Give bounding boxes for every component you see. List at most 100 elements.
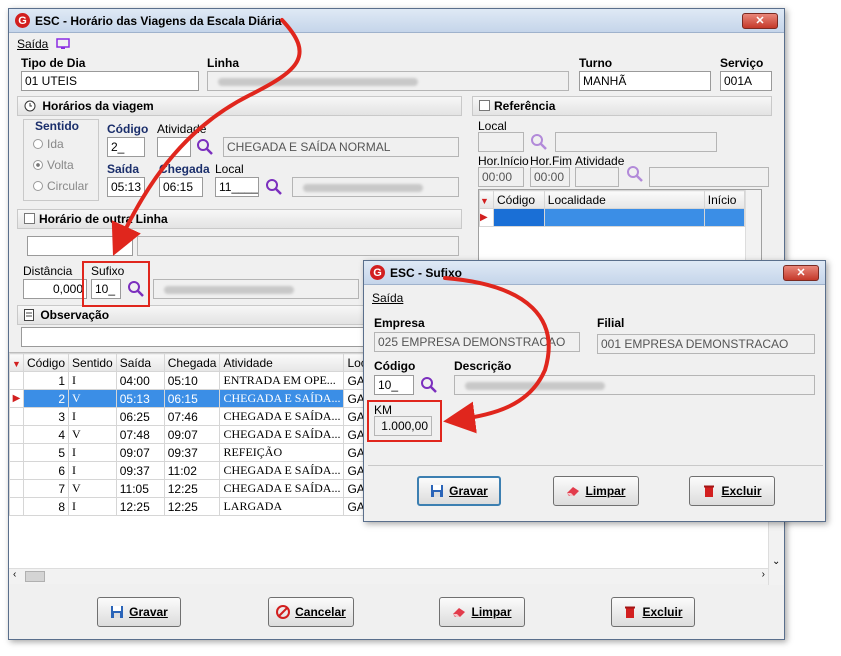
observacao-field[interactable] [21,327,367,347]
empresa-select[interactable]: 025 EMPRESA DEMONSTRACAO [374,332,580,352]
outra-linha-code-field[interactable] [27,236,133,256]
table-cell: REFEIÇÃO [219,443,345,462]
atividade-label: Atividade [157,122,207,136]
search-icon[interactable] [530,133,548,151]
outra-linha-title: Horário de outra Linha [39,212,168,226]
search-icon[interactable] [196,138,214,156]
main-title: ESC - Horário das Viagens da Escala Diár… [35,13,282,28]
ref-hor-fim-field[interactable]: 00:00 [530,167,570,187]
radio-ida[interactable]: Ida [33,137,64,151]
chegada-field[interactable]: 06:15 [159,177,203,197]
gravar-button[interactable]: Gravar [97,597,181,627]
ref-col-codigo[interactable]: Código [493,190,545,209]
referencia-header[interactable]: Referência [472,96,772,116]
table-cell: 4 [22,425,70,444]
table-row[interactable]: 6I09:3711:02CHEGADA E SAÍDA...GARAGE [9,461,403,480]
table-cell: 07:46 [163,407,221,426]
col-sentido[interactable]: Sentido [68,353,117,372]
observacao-title: Observação [40,308,110,322]
codigo-field[interactable]: 2_ [107,137,145,157]
ref-col-localidade[interactable]: Localidade [543,190,705,209]
table-cell: 11:05 [115,479,165,498]
servico-field[interactable]: 001A [720,71,772,91]
table-cell: 6 [22,461,70,480]
distancia-field[interactable]: 0,000 [23,279,87,299]
tipo-dia-field[interactable]: 01 UTEIS [21,71,199,91]
sentido-label: Sentido [35,119,79,133]
radio-volta[interactable]: Volta [33,158,74,172]
atividade-code-field[interactable] [157,137,191,157]
ref-atividade-field[interactable] [575,167,619,187]
menu-saida-label: Saída [17,37,49,51]
search-icon[interactable] [420,376,438,394]
table-row[interactable]: 5I09:0709:37REFEIÇÃOGARAGE [9,443,403,462]
dialog-codigo-field[interactable]: 10_ [374,375,414,395]
table-cell: 3 [22,407,70,426]
radio-circular-label: Circular [47,179,89,193]
cancelar-button[interactable]: Cancelar [268,597,354,627]
table-cell: I [68,371,117,390]
atividade-desc-field[interactable]: CHEGADA E SAÍDA NORMAL [223,137,459,157]
filial-select[interactable]: 001 EMPRESA DEMONSTRACAO [597,334,815,354]
table-cell: 09:07 [163,425,221,444]
dialog-codigo-label: Código [374,359,416,373]
servico-label: Serviço [720,56,764,70]
outra-linha-header[interactable]: Horário de outra Linha [17,209,462,229]
table-cell: V [68,425,117,444]
table-row[interactable]: 7V11:0512:25CHEGADA E SAÍDA...GARAGE [9,479,403,498]
limpar-button[interactable]: Limpar [439,597,525,627]
descricao-field[interactable] [454,375,815,395]
col-saida[interactable]: Saída [115,353,165,372]
ref-hor-inicio-field[interactable]: 00:00 [478,167,524,187]
table-cell: V [68,389,117,408]
table-row[interactable]: 8I12:2512:25LARGADAGARAGE [9,497,403,516]
table-cell: 2 [22,389,70,408]
save-icon [431,485,444,497]
turno-field[interactable]: MANHÃ [579,71,711,91]
dialog-limpar-label: Limpar [585,484,626,498]
table-cell: 05:10 [163,371,221,390]
ref-col-inicio[interactable]: Início [703,190,746,209]
ref-scrollbar[interactable] [745,190,761,262]
radio-ida-label: Ida [47,137,64,151]
table-cell: CHEGADA E SAÍDA... [219,425,345,444]
local-field[interactable]: 11____ [215,177,259,197]
saida-field[interactable]: 05:13 [107,177,145,197]
ref-grid[interactable]: ▼ Código Localidade Início ▶ [478,189,762,263]
radio-circular[interactable]: Circular [33,179,88,193]
linha-field[interactable] [207,71,569,91]
table-row[interactable]: 3I06:2507:46CHEGADA E SAÍDA...GARAGE [9,407,403,426]
dialog-gravar-button[interactable]: Gravar [417,476,501,506]
ref-local-field[interactable] [478,132,524,152]
table-cell: I [68,461,117,480]
ref-atividade-desc-field[interactable] [649,167,769,187]
table-cell: I [68,497,117,516]
dialog-excluir-button[interactable]: Excluir [689,476,775,506]
col-codigo[interactable]: Código [22,353,70,372]
search-icon[interactable] [265,178,283,196]
menu-saida[interactable]: Saída [17,37,70,51]
grid-hscrollbar[interactable]: ‹ › [9,568,769,584]
local-desc-field[interactable] [292,177,459,197]
table-cell: 12:25 [163,479,221,498]
table-row[interactable]: 1I04:0005:10ENTRADA EM OPE...GARAGE [9,371,403,390]
filial-label: Filial [597,316,625,330]
cancelar-label: Cancelar [295,605,346,619]
search-icon[interactable] [626,165,644,183]
excluir-button[interactable]: Excluir [611,597,695,627]
dialog-menu-saida[interactable]: Saída [372,291,403,305]
table-row[interactable]: ▶2V05:1306:15CHEGADA E SAÍDA...GARAGE [9,389,403,408]
sufixo-desc-field[interactable] [153,279,359,299]
dialog-limpar-button[interactable]: Limpar [553,476,639,506]
ref-local-desc-field[interactable] [555,132,717,152]
outra-linha-desc-field[interactable] [137,236,459,256]
table-cell: 1 [22,371,70,390]
col-chegada[interactable]: Chegada [163,353,221,372]
dialog-close-button[interactable]: ✕ [783,265,819,281]
close-button[interactable]: ✕ [742,13,778,29]
referencia-title: Referência [494,99,556,113]
table-row[interactable]: 4V07:4809:07CHEGADA E SAÍDA...GARAGE [9,425,403,444]
clock-icon [24,100,36,112]
col-atividade[interactable]: Atividade [219,353,345,372]
distancia-label: Distância [23,264,73,278]
